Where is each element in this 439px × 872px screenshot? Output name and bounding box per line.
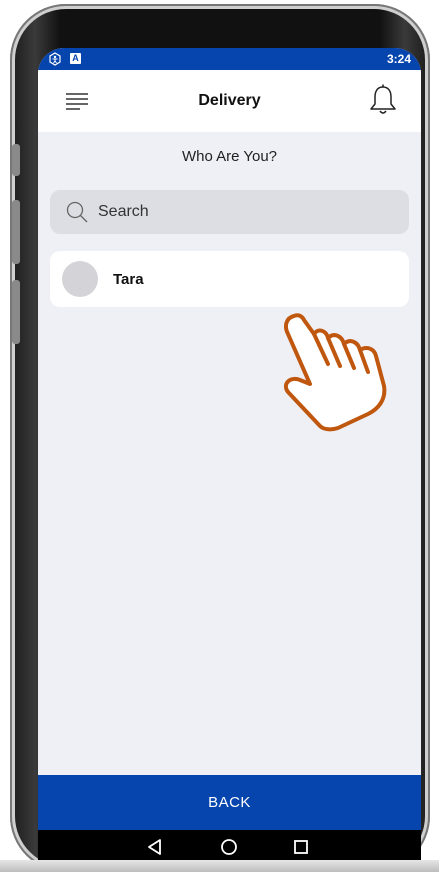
back-button[interactable]: BACK	[38, 775, 421, 830]
volume-down-button	[12, 280, 20, 344]
screen: A 3:24 Delivery Who Are You? Search Tara	[38, 48, 421, 863]
side-button	[12, 144, 20, 176]
search-input[interactable]: Search	[98, 203, 378, 221]
page-title: Delivery	[198, 92, 261, 109]
user-name: Tara	[113, 271, 144, 288]
who-are-you-heading: Who Are You?	[181, 148, 278, 165]
home-circle-icon[interactable]	[218, 836, 240, 858]
volume-up-button	[12, 200, 20, 264]
app-bar: Delivery	[38, 70, 421, 132]
system-nav-bar	[38, 830, 421, 863]
accessibility-icon	[49, 52, 61, 66]
pointing-hand-icon	[283, 313, 387, 432]
status-bar: A 3:24	[38, 48, 421, 70]
back-triangle-icon[interactable]	[144, 836, 166, 858]
search-icon	[66, 201, 88, 223]
recents-square-icon[interactable]	[290, 836, 312, 858]
search-bar[interactable]: Search	[50, 190, 409, 234]
status-time: 3:24	[386, 52, 411, 66]
bell-icon[interactable]	[369, 84, 397, 116]
user-list-item[interactable]: Tara	[50, 251, 409, 307]
phone-base-shadow	[0, 860, 439, 872]
avatar	[62, 261, 98, 297]
notification-a-icon: A	[70, 53, 81, 64]
